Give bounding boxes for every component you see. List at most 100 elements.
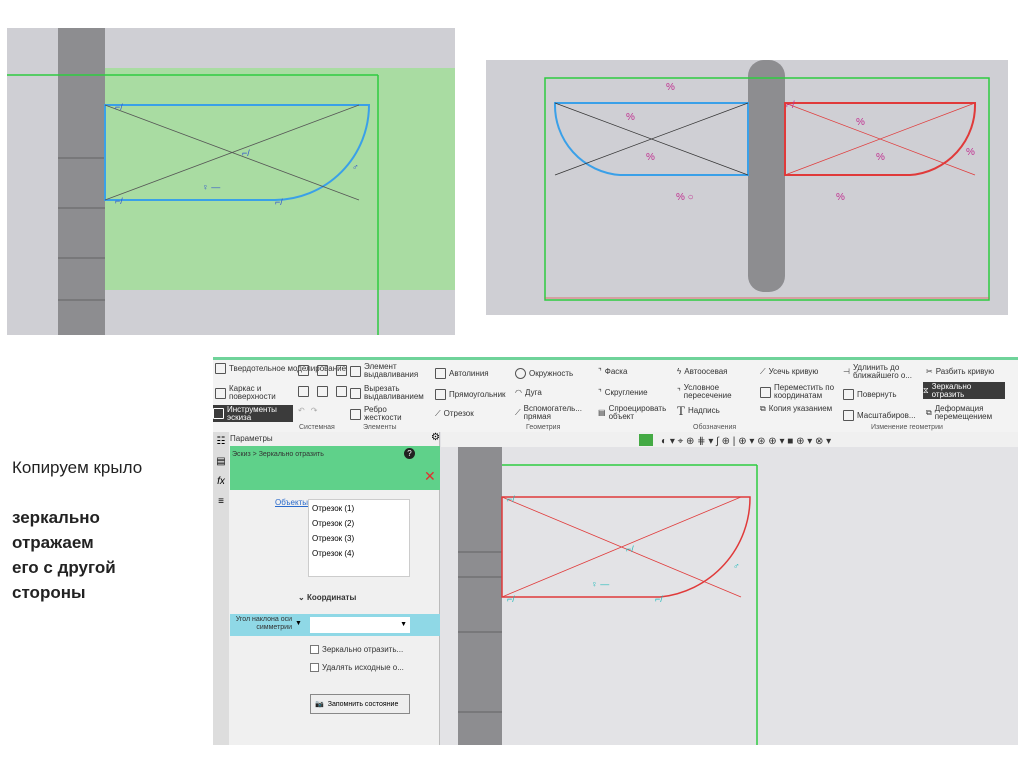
- list-item[interactable]: Отрезок (2): [309, 515, 409, 530]
- tree-icon[interactable]: ☷: [213, 432, 229, 452]
- tool-arc[interactable]: ◠ Дуга: [515, 389, 542, 397]
- tool-scale[interactable]: Масштабиров...: [843, 410, 916, 421]
- panel-sidebar: ☷ ▤ fx ≡: [213, 432, 229, 745]
- tool-move[interactable]: Переместить по координатам: [760, 384, 842, 400]
- redo-icon[interactable]: ↷: [311, 407, 318, 415]
- intersection-icon: ⌝: [677, 387, 681, 396]
- rib-icon: [350, 408, 361, 420]
- autoline-icon: [435, 368, 446, 379]
- undo-icon[interactable]: ↶: [298, 407, 305, 415]
- svg-text:%: %: [626, 112, 635, 123]
- column-body: [748, 60, 785, 292]
- axis-angle-select[interactable]: ▼: [310, 617, 410, 633]
- save-icon[interactable]: [336, 365, 347, 376]
- svg-text:⌐/: ⌐/: [275, 197, 283, 207]
- tool-intersection[interactable]: ⌝ Условное пересечение: [677, 384, 749, 400]
- svg-text:%: %: [836, 192, 845, 203]
- panel-title: Параметры: [230, 434, 273, 443]
- list-item[interactable]: Отрезок (1): [309, 500, 409, 515]
- tool-mirror[interactable]: ⧖ Зеркально отразить: [923, 382, 1005, 399]
- svg-text:%: %: [966, 147, 975, 158]
- tool-trim[interactable]: ⟋ Усечь кривую: [760, 368, 818, 376]
- print-icon[interactable]: [298, 386, 309, 397]
- sketch-canvas: %%% % ○ ⌐/%%%%: [544, 60, 990, 301]
- camera-icon: 📷: [315, 700, 324, 708]
- list-item[interactable]: Отрезок (4): [309, 545, 409, 560]
- svg-text:⌐/: ⌐/: [507, 594, 515, 604]
- sketch-canvas: ⌐/ ⌐/ ⌐/ ⌐/ ♀ — ♂: [7, 28, 455, 335]
- svg-text:% ○: % ○: [676, 192, 694, 203]
- help-icon[interactable]: ?: [404, 448, 415, 459]
- new-file-icon[interactable]: [298, 365, 309, 376]
- ribbon-toolbar: Твердотельное моделирование Каркас и пов…: [213, 357, 1018, 432]
- properties-icon[interactable]: ▤: [213, 452, 229, 472]
- svg-text:⌐/: ⌐/: [115, 102, 123, 112]
- objects-list[interactable]: Отрезок (1) Отрезок (2) Отрезок (3) Отре…: [308, 499, 410, 577]
- tool-project[interactable]: ▤ Спроецировать объект: [598, 405, 678, 421]
- parameters-panel: ☷ ▤ fx ≡ Параметры ⚙ Эскиз > Зеркально отра…: [213, 432, 440, 745]
- save-state-button[interactable]: 📷 Запомнить состояние: [310, 694, 410, 714]
- model-viewport[interactable]: ◐ ▾ ⌖ ⊕ ⋕ ▾ ∫ ⊕ | ⊕ ▾ ⊛ ⊕ ▾ ■ ⊕ ▾ ⊗ ▾ ⌐/…: [441, 432, 1018, 745]
- extend-icon: ⊣: [843, 367, 850, 376]
- tool-split[interactable]: ✂ Разбить кривую: [926, 368, 994, 376]
- tool-rotate[interactable]: Повернуть: [843, 389, 897, 400]
- tool-aux-line[interactable]: ⟋ Вспомогатель... прямая: [515, 405, 595, 421]
- tool-rectangle[interactable]: Прямоугольник: [435, 389, 506, 400]
- list-item[interactable]: Отрезок (3): [309, 530, 409, 545]
- tool-deform[interactable]: ⧉ Деформация перемещением: [926, 405, 1006, 421]
- open-folder-icon[interactable]: [317, 365, 328, 376]
- tool-extrude[interactable]: Элемент выдавливания: [350, 363, 428, 379]
- preview-icon[interactable]: [317, 386, 328, 397]
- chevron-down-icon[interactable]: ▼: [295, 620, 302, 627]
- project-icon: ▤: [598, 408, 606, 417]
- objects-link[interactable]: Объекты: [275, 498, 308, 507]
- sketch-icon: [213, 408, 224, 419]
- section-label: Координаты: [306, 593, 357, 602]
- axis-angle-label: Угол наклона оси симметрии: [235, 616, 292, 631]
- command-header: Эскиз > Зеркально отразить ? ✕: [230, 446, 440, 490]
- gear-icon[interactable]: ⚙: [431, 432, 440, 443]
- delete-source-checkbox[interactable]: Удалять исходные о...: [310, 663, 404, 672]
- svg-text:♂: ♂: [352, 162, 359, 172]
- tool-autoline[interactable]: Автолиния: [435, 368, 489, 379]
- mirror-icon: ⧖: [923, 385, 929, 395]
- caption-line: его с другой: [12, 558, 116, 577]
- surface-icon: [215, 387, 226, 399]
- svg-text:⌐/: ⌐/: [786, 100, 795, 111]
- svg-text:◐ ▾ ⌖ ⊕ ⋕ ▾ ∫ ⊕ | ⊕ ▾ ⊛ ⊕ ▾ ■: ◐ ▾ ⌖ ⊕ ⋕ ▾ ∫ ⊕ | ⊕ ▾ ⊛ ⊕ ▾ ■ ⊕ ▾ ⊗ ▾: [661, 436, 831, 447]
- trim-icon: ⟋: [760, 367, 766, 376]
- formula-icon[interactable]: fx: [213, 472, 229, 492]
- move-icon: [760, 386, 771, 398]
- tool-rib[interactable]: Ребро жесткости: [350, 406, 420, 422]
- svg-text:⌐/: ⌐/: [655, 594, 663, 604]
- svg-text:♀ —: ♀ —: [202, 182, 220, 192]
- tool-copy[interactable]: ⧉ Копия указанием: [760, 405, 840, 413]
- tool-auto-axis[interactable]: ϟ Автоосевая: [677, 368, 728, 376]
- svg-text:%: %: [876, 152, 885, 163]
- tool-extend[interactable]: ⊣ Удлинить до ближайшего о...: [843, 364, 923, 380]
- copy-icon: ⧉: [760, 404, 766, 413]
- mode-surfaces[interactable]: Каркас и поверхности: [215, 385, 290, 401]
- section-coordinates[interactable]: ⌄ Координаты: [298, 593, 356, 602]
- mirror-copy-checkbox[interactable]: Зеркально отразить...: [310, 645, 403, 654]
- svg-text:⌐/: ⌐/: [115, 196, 123, 206]
- cut-extrude-icon: [350, 387, 361, 399]
- scale-icon: [843, 410, 854, 421]
- menu-icon[interactable]: ≡: [213, 492, 229, 512]
- tool-segment[interactable]: ⟋ Отрезок: [435, 410, 474, 418]
- close-icon[interactable]: ✕: [424, 468, 436, 485]
- tool-cut-extrude[interactable]: Вырезать выдавливанием: [350, 385, 430, 401]
- tool-text[interactable]: T Надпись: [677, 403, 720, 418]
- group-label: Системная: [299, 424, 335, 431]
- save-as-icon[interactable]: [336, 386, 347, 397]
- sketch-screenshot-mirrored: %%% % ○ ⌐/%%%%: [486, 60, 1008, 315]
- arc-icon: ◠: [515, 388, 522, 397]
- tool-chamfer[interactable]: ⌝ Фаска: [598, 368, 627, 376]
- auto-axis-icon: ϟ: [677, 367, 682, 376]
- caption-line: отражаем: [12, 533, 94, 552]
- tool-fillet[interactable]: ⌝ Скругление: [598, 389, 648, 397]
- text-icon: T: [677, 403, 685, 418]
- tool-circle[interactable]: Окружность: [515, 368, 573, 379]
- svg-text:♀ —: ♀ —: [591, 579, 609, 589]
- mode-sketch[interactable]: Инструменты эскиза: [213, 405, 293, 422]
